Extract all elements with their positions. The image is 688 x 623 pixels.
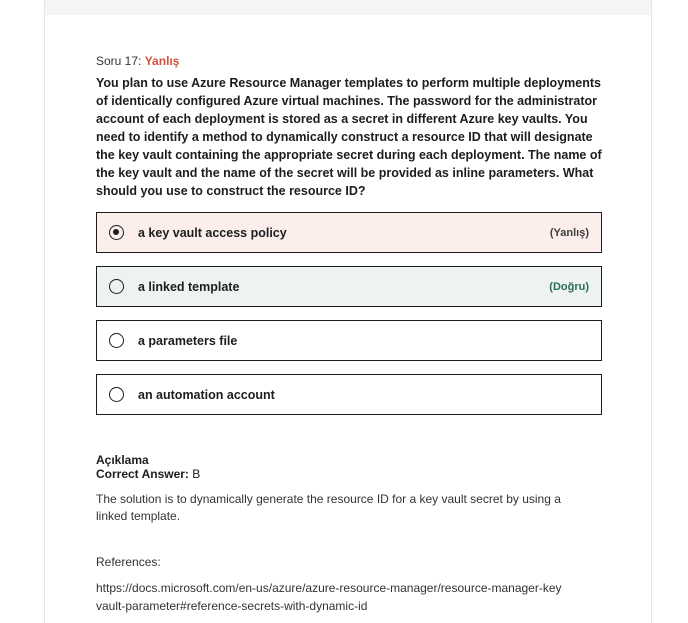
option-d[interactable]: an automation account (96, 374, 602, 415)
reference-link[interactable]: https://docs.microsoft.com/en-us/azure/a… (96, 579, 566, 615)
option-result-tag: (Yanlış) (549, 226, 589, 239)
card-top-bar (45, 0, 651, 15)
explanation-title: Açıklama (96, 453, 149, 467)
question-status: Yanlış (144, 54, 180, 68)
question-header: Soru 17: Yanlış (96, 54, 602, 68)
radio-icon[interactable] (109, 333, 124, 348)
explanation-section: Açıklama Correct Answer: B The solution … (96, 453, 602, 525)
option-c[interactable]: a parameters file (96, 320, 602, 361)
option-a[interactable]: a key vault access policy (Yanlış) (96, 212, 602, 253)
option-label: an automation account (138, 387, 275, 402)
option-b[interactable]: a linked template (Doğru) (96, 266, 602, 307)
question-card: Soru 17: Yanlış You plan to use Azure Re… (44, 0, 652, 623)
explanation-body: The solution is to dynamically generate … (96, 492, 561, 523)
radio-icon[interactable] (109, 387, 124, 402)
correct-answer-label: Correct Answer: (96, 467, 189, 481)
option-label: a parameters file (138, 333, 238, 348)
question-text: You plan to use Azure Resource Manager t… (96, 76, 602, 198)
radio-icon[interactable] (109, 279, 124, 294)
references-section: References: https://docs.microsoft.com/e… (96, 555, 602, 615)
question-number: Soru 17: (96, 54, 142, 68)
option-label: a key vault access policy (138, 225, 287, 240)
option-result-tag: (Doğru) (549, 280, 589, 293)
question-content: Soru 17: Yanlış You plan to use Azure Re… (96, 54, 602, 615)
correct-answer: Correct Answer: B (96, 467, 602, 481)
option-label: a linked template (138, 279, 240, 294)
correct-answer-value: B (192, 467, 201, 481)
references-label: References: (96, 555, 161, 569)
radio-selected-icon[interactable] (109, 225, 124, 240)
